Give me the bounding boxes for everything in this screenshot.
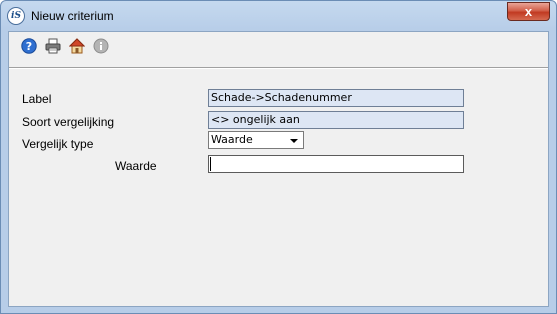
label-field: Schade->Schadenummer	[208, 89, 464, 107]
info-icon[interactable]	[93, 38, 109, 54]
app-logo-icon: iS	[7, 7, 25, 25]
close-button[interactable]: x	[507, 2, 550, 21]
help-icon[interactable]: ?	[21, 38, 37, 54]
waarde-input[interactable]	[208, 155, 464, 173]
label-caption: Label	[22, 92, 52, 106]
waarde-caption: Waarde	[115, 159, 157, 173]
toolbar: ?	[9, 32, 548, 60]
vergelijk-type-caption: Vergelijk type	[22, 137, 94, 151]
toolbar-divider	[9, 67, 548, 69]
soort-vergelijking-field: <> ongelijk aan	[208, 111, 464, 129]
chevron-down-icon	[290, 139, 298, 143]
print-icon[interactable]	[45, 38, 61, 54]
vergelijk-type-select[interactable]: Waarde	[208, 131, 304, 149]
window-title: Nieuw criterium	[31, 9, 114, 23]
dialog-body: ? Label Schade->Schadenummer Soort verge…	[8, 31, 549, 307]
home-icon[interactable]	[69, 38, 85, 54]
soort-vergelijking-caption: Soort vergelijking	[22, 115, 115, 129]
title-bar[interactable]: iS Nieuw criterium x	[1, 1, 556, 31]
svg-text:?: ?	[26, 40, 32, 53]
dialog-window: iS Nieuw criterium x ? Label Schade->Sch…	[0, 0, 557, 314]
text-cursor	[210, 157, 211, 171]
vergelijk-type-value: Waarde	[211, 133, 253, 146]
